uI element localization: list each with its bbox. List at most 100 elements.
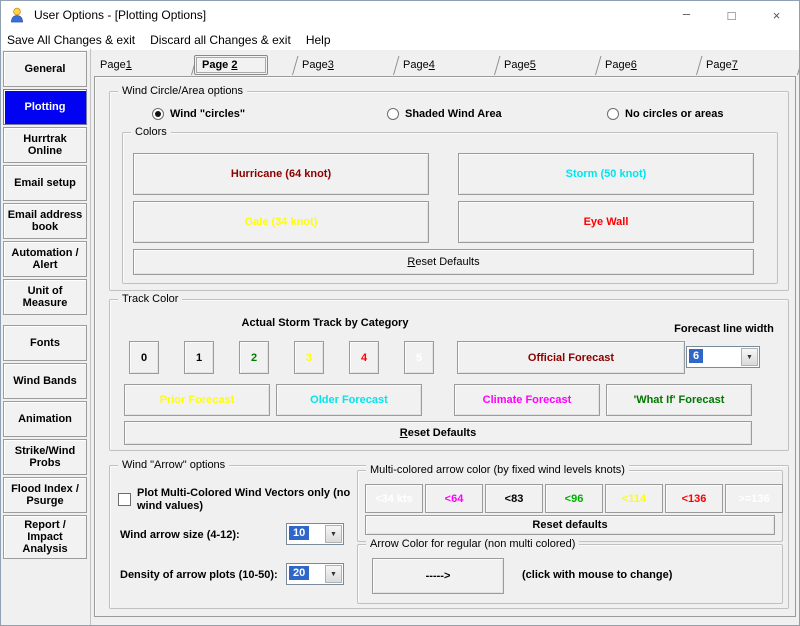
tab-page-6[interactable]: Page 6	[596, 54, 697, 76]
sidebar-item-general[interactable]: General	[3, 51, 87, 87]
close-button[interactable]: ×	[754, 1, 799, 29]
maximize-button[interactable]: □	[709, 1, 754, 29]
arrow-color-lt34-button[interactable]: <34 kts	[365, 484, 423, 513]
menubar: Save All Changes & exit Discard all Chan…	[1, 29, 799, 50]
tab-page-3[interactable]: Page 3	[293, 54, 394, 76]
wind-circle-area-options-frame: Wind Circle/Area options Wind "circles" …	[109, 84, 789, 291]
climate-forecast-button[interactable]: Climate Forecast	[454, 384, 600, 416]
frame-title: Multi-colored arrow color (by fixed wind…	[366, 463, 629, 478]
selected-value: 10	[289, 526, 310, 540]
radio-icon	[387, 108, 399, 120]
regular-arrow-color-button[interactable]: ----->	[372, 558, 504, 594]
sidebar-item-report-impact-analysis[interactable]: Report / Impact Analysis	[3, 515, 87, 559]
tab-page-7[interactable]: Page 7	[697, 54, 798, 76]
sidebar-item-plotting[interactable]: Plotting	[3, 89, 87, 125]
multi-colored-arrow-frame: Multi-colored arrow color (by fixed wind…	[357, 463, 783, 542]
sidebar-item-animation[interactable]: Animation	[3, 401, 87, 437]
tab-page-5[interactable]: Page 5	[495, 54, 596, 76]
arrow-color-lt64-button[interactable]: <64	[425, 484, 483, 513]
frame-title: Colors	[131, 125, 171, 140]
window-controls: – □ ×	[664, 1, 799, 29]
sidebar-item-wind-bands[interactable]: Wind Bands	[3, 363, 87, 399]
sidebar-item-automation-alert[interactable]: Automation / Alert	[3, 241, 87, 277]
maximize-icon: □	[727, 7, 736, 23]
menu-help[interactable]: Help	[300, 33, 337, 47]
radio-wind-circles[interactable]: Wind "circles"	[152, 108, 245, 120]
window-title: User Options - [Plotting Options]	[34, 8, 207, 22]
arrow-color-lt136-button[interactable]: <136	[665, 484, 723, 513]
radio-selected-icon	[152, 108, 164, 120]
official-forecast-button[interactable]: Official Forecast	[457, 341, 685, 374]
forecast-line-width-label: Forecast line width	[674, 323, 774, 335]
menu-save-all-changes[interactable]: Save All Changes & exit	[1, 33, 141, 47]
sidebar-divider	[90, 49, 91, 625]
track-color-frame: Track Color Actual Storm Track by Catego…	[109, 292, 789, 451]
arrow-color-lt96-button[interactable]: <96	[545, 484, 603, 513]
reset-defaults-button[interactable]: Reset Defaults	[133, 249, 754, 275]
arrow-color-ge136-button[interactable]: >=136	[725, 484, 783, 513]
chevron-down-icon[interactable]: ▼	[325, 525, 342, 543]
frame-title: Track Color	[118, 292, 183, 307]
window: User Options - [Plotting Options] – □ × …	[0, 0, 800, 626]
sidebar-item-email-address-book[interactable]: Email address book	[3, 203, 87, 239]
prior-forecast-button[interactable]: Prior Forecast	[124, 384, 270, 416]
color-button-storm[interactable]: Storm (50 knot)	[458, 153, 754, 195]
reset-defaults-button[interactable]: Reset Defaults	[124, 421, 752, 445]
radio-shaded-wind-area[interactable]: Shaded Wind Area	[387, 108, 502, 120]
sidebar-item-fonts[interactable]: Fonts	[3, 325, 87, 361]
minimize-button[interactable]: –	[664, 1, 709, 29]
arrow-color-lt83-button[interactable]: <83	[485, 484, 543, 513]
regular-arrow-color-frame: Arrow Color for regular (non multi color…	[357, 537, 783, 604]
selected-tab-box: Page 2	[194, 55, 269, 75]
frame-title: Wind Circle/Area options	[118, 84, 248, 99]
category-2-button[interactable]: 2	[239, 341, 269, 374]
sidebar-item-unit-of-measure[interactable]: Unit of Measure	[3, 279, 87, 315]
wind-arrow-options-frame: Wind "Arrow" options Plot Multi-Colored …	[109, 458, 789, 609]
category-5-button[interactable]: 5	[404, 341, 434, 374]
category-3-button[interactable]: 3	[294, 341, 324, 374]
category-1-button[interactable]: 1	[184, 341, 214, 374]
selected-value: 6	[689, 349, 704, 363]
tab-strip: Page 1 Page 2 Page 3 Page 4 Page 5 Page …	[91, 54, 798, 76]
wind-arrow-size-label: Wind arrow size (4-12):	[120, 529, 240, 541]
app-icon	[9, 7, 25, 23]
chevron-down-icon[interactable]: ▼	[741, 348, 758, 366]
what-if-forecast-button[interactable]: 'What If' Forecast	[606, 384, 752, 416]
tab-page-2[interactable]: Page 2	[192, 54, 293, 76]
multi-colored-vectors-checkbox-label: Plot Multi-Colored Wind Vectors only (no…	[137, 487, 351, 512]
close-icon: ×	[772, 7, 781, 23]
reset-defaults-button[interactable]: Reset defaults	[365, 515, 775, 535]
tab-page-1[interactable]: Page 1	[91, 54, 192, 76]
forecast-line-width-select[interactable]: 6 ▼	[686, 346, 760, 368]
frame-title: Wind "Arrow" options	[118, 458, 230, 473]
arrow-color-lt114-button[interactable]: <114	[605, 484, 663, 513]
sidebar: General Plotting Hurrtrak Online Email s…	[3, 51, 89, 561]
radio-no-circles-or-areas[interactable]: No circles or areas	[607, 108, 723, 120]
color-button-hurricane[interactable]: Hurricane (64 knot)	[133, 153, 429, 195]
sidebar-item-strike-wind-probs[interactable]: Strike/Wind Probs	[3, 439, 87, 475]
click-to-change-hint: (click with mouse to change)	[522, 569, 673, 581]
radio-icon	[607, 108, 619, 120]
color-button-eye-wall[interactable]: Eye Wall	[458, 201, 754, 243]
multi-colored-vectors-checkbox[interactable]	[118, 493, 131, 506]
selected-value: 20	[289, 566, 310, 580]
sidebar-item-email-setup[interactable]: Email setup	[3, 165, 87, 201]
titlebar: User Options - [Plotting Options] – □ ×	[1, 1, 799, 29]
density-select[interactable]: 20 ▼	[286, 563, 344, 585]
sidebar-item-flood-index-psurge[interactable]: Flood Index / Psurge	[3, 477, 87, 513]
menu-discard-all-changes[interactable]: Discard all Changes & exit	[144, 33, 297, 47]
tab-page-4[interactable]: Page 4	[394, 54, 495, 76]
color-button-gale[interactable]: Gale (34 knot)	[133, 201, 429, 243]
older-forecast-button[interactable]: Older Forecast	[276, 384, 422, 416]
content-panel: Wind Circle/Area options Wind "circles" …	[94, 76, 796, 617]
density-of-arrow-plots-label: Density of arrow plots (10-50):	[120, 569, 278, 581]
frame-title: Arrow Color for regular (non multi color…	[366, 537, 580, 552]
category-4-button[interactable]: 4	[349, 341, 379, 374]
sidebar-item-hurrtrak-online[interactable]: Hurrtrak Online	[3, 127, 87, 163]
actual-storm-track-label: Actual Storm Track by Category	[241, 317, 409, 329]
category-0-button[interactable]: 0	[129, 341, 159, 374]
wind-arrow-size-select[interactable]: 10 ▼	[286, 523, 344, 545]
chevron-down-icon[interactable]: ▼	[325, 565, 342, 583]
colors-frame: Colors Hurricane (64 knot) Storm (50 kno…	[122, 125, 778, 284]
minimize-icon: –	[682, 5, 691, 21]
